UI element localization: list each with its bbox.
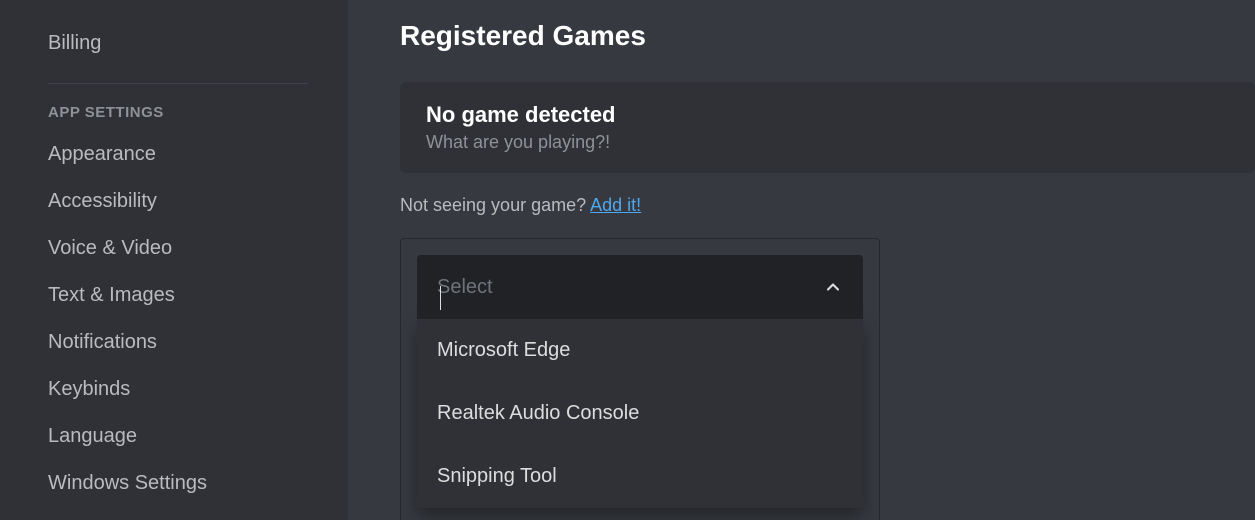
sidebar-item-language[interactable]: Language: [48, 413, 348, 460]
app-root: Billing App Settings Appearance Accessib…: [0, 0, 1255, 520]
main-content: Registered Games No game detected What a…: [348, 0, 1255, 520]
add-game-prompt: Not seeing your game? Add it!: [400, 195, 1255, 216]
text-caret: [440, 286, 441, 310]
sidebar-item-notifications[interactable]: Notifications: [48, 319, 348, 366]
game-select-input[interactable]: [437, 276, 702, 299]
sidebar-item-voice-video[interactable]: Voice & Video: [48, 225, 348, 272]
dropdown-option[interactable]: Realtek Audio Console: [417, 382, 863, 445]
game-select[interactable]: Microsoft Edge Realtek Audio Console Sni…: [400, 238, 880, 520]
game-select-dropdown: Microsoft Edge Realtek Audio Console Sni…: [417, 319, 863, 508]
sidebar-section-header: App Settings: [48, 104, 348, 131]
detection-subtext: What are you playing?!: [426, 132, 1229, 153]
dropdown-option[interactable]: Snipping Tool: [417, 445, 863, 508]
detection-heading: No game detected: [426, 102, 1229, 128]
settings-sidebar: Billing App Settings Appearance Accessib…: [0, 0, 348, 520]
sidebar-divider: [48, 83, 308, 84]
dropdown-option[interactable]: Microsoft Edge: [417, 319, 863, 382]
game-detection-panel: No game detected What are you playing?!: [400, 82, 1255, 173]
game-select-input-row[interactable]: [417, 255, 863, 319]
chevron-up-icon[interactable]: [823, 277, 843, 297]
sidebar-item-appearance[interactable]: Appearance: [48, 131, 348, 178]
add-game-prompt-text: Not seeing your game?: [400, 195, 590, 215]
sidebar-item-keybinds[interactable]: Keybinds: [48, 366, 348, 413]
add-game-link[interactable]: Add it!: [590, 195, 641, 215]
sidebar-item-billing[interactable]: Billing: [48, 20, 348, 67]
sidebar-item-text-images[interactable]: Text & Images: [48, 272, 348, 319]
sidebar-item-windows-settings[interactable]: Windows Settings: [48, 460, 348, 507]
page-title: Registered Games: [400, 20, 1255, 52]
sidebar-item-accessibility[interactable]: Accessibility: [48, 178, 348, 225]
